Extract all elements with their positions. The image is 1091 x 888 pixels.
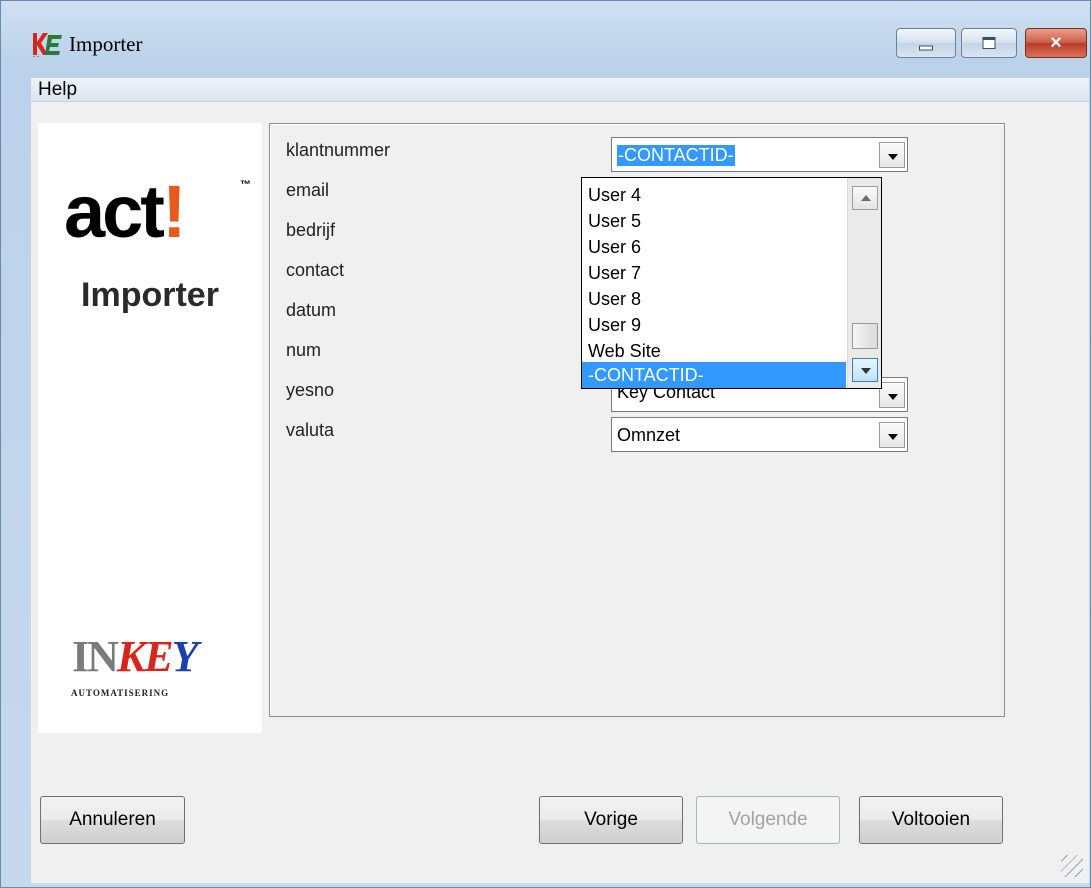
label-contact: contact	[286, 260, 345, 280]
label-num: num	[286, 340, 322, 360]
dropdown-scrollbar[interactable]	[847, 178, 881, 388]
finish-button[interactable]: Voltooien	[859, 796, 1003, 844]
chevron-down-icon[interactable]	[879, 422, 905, 448]
list-item[interactable]: User 5	[582, 208, 846, 234]
app-icon	[33, 33, 62, 57]
list-item[interactable]: User 9	[582, 312, 846, 338]
label-email: email	[286, 180, 330, 200]
act-logo-bang: !	[161, 170, 187, 253]
label-bedrijf: bedrijf	[286, 220, 336, 240]
label-valuta: valuta	[286, 420, 335, 440]
inkey-logo-in: IN	[72, 632, 119, 681]
inkey-subtitle: AUTOMATISERING	[71, 688, 170, 698]
client-area: act! ™ Importer INKEY AUTOMATISERING kla…	[31, 102, 1089, 883]
chevron-down-icon[interactable]	[879, 142, 905, 168]
menu-bar: Help	[31, 78, 1089, 102]
valuta-combo-value: Omnzet	[617, 425, 681, 445]
close-icon: ×	[1050, 32, 1062, 54]
title-bar[interactable]: Importer ×	[1, 1, 1090, 81]
klantnummer-combo[interactable]: -CONTACTID-	[611, 137, 908, 172]
previous-button[interactable]: Vorige	[539, 796, 683, 844]
next-button[interactable]: Volgende	[696, 796, 840, 844]
inkey-logo-y: Y	[171, 632, 199, 681]
inkey-logo: INKEY	[72, 632, 199, 681]
scroll-down-icon[interactable]	[852, 358, 878, 382]
label-klantnummer: klantnummer	[286, 140, 391, 160]
act-logo-text: act	[64, 170, 165, 253]
logo-subtitle: Importer	[81, 276, 219, 314]
maximize-button[interactable]	[961, 28, 1017, 58]
klantnummer-combo-value: -CONTACTID-	[617, 145, 735, 166]
scroll-up-icon[interactable]	[852, 186, 878, 210]
minimize-button[interactable]	[896, 28, 956, 58]
chevron-down-icon[interactable]	[879, 382, 905, 408]
resize-grip-icon[interactable]	[1061, 855, 1083, 877]
importer-window: Importer × Help act! ™ Importer INKEY AU…	[0, 0, 1091, 888]
list-item[interactable]: User 4	[582, 182, 846, 208]
logo-panel: act! ™ Importer INKEY AUTOMATISERING	[38, 123, 262, 733]
label-datum: datum	[286, 300, 337, 320]
scrollbar-thumb[interactable]	[852, 323, 878, 349]
inkey-logo-ke: KE	[116, 632, 174, 681]
list-item-selected[interactable]: -CONTACTID-	[582, 362, 846, 388]
valuta-combo[interactable]: Omnzet	[611, 417, 908, 452]
minimize-icon	[919, 45, 933, 51]
list-item[interactable]: User 8	[582, 286, 846, 312]
klantnummer-dropdown-list[interactable]: User 4 User 5 User 6 User 7 User 8 User …	[581, 177, 882, 389]
menu-help[interactable]: Help	[38, 79, 77, 101]
list-item[interactable]: User 6	[582, 234, 846, 260]
label-yesno: yesno	[286, 380, 335, 400]
act-logo: act!	[64, 175, 187, 249]
window-title: Importer	[69, 32, 143, 56]
maximize-icon	[982, 37, 996, 49]
close-button[interactable]: ×	[1025, 28, 1087, 58]
cancel-button[interactable]: Annuleren	[40, 796, 185, 844]
list-item[interactable]: Web Site	[582, 338, 846, 364]
list-item[interactable]: User 7	[582, 260, 846, 286]
trademark-mark: ™	[240, 179, 251, 191]
